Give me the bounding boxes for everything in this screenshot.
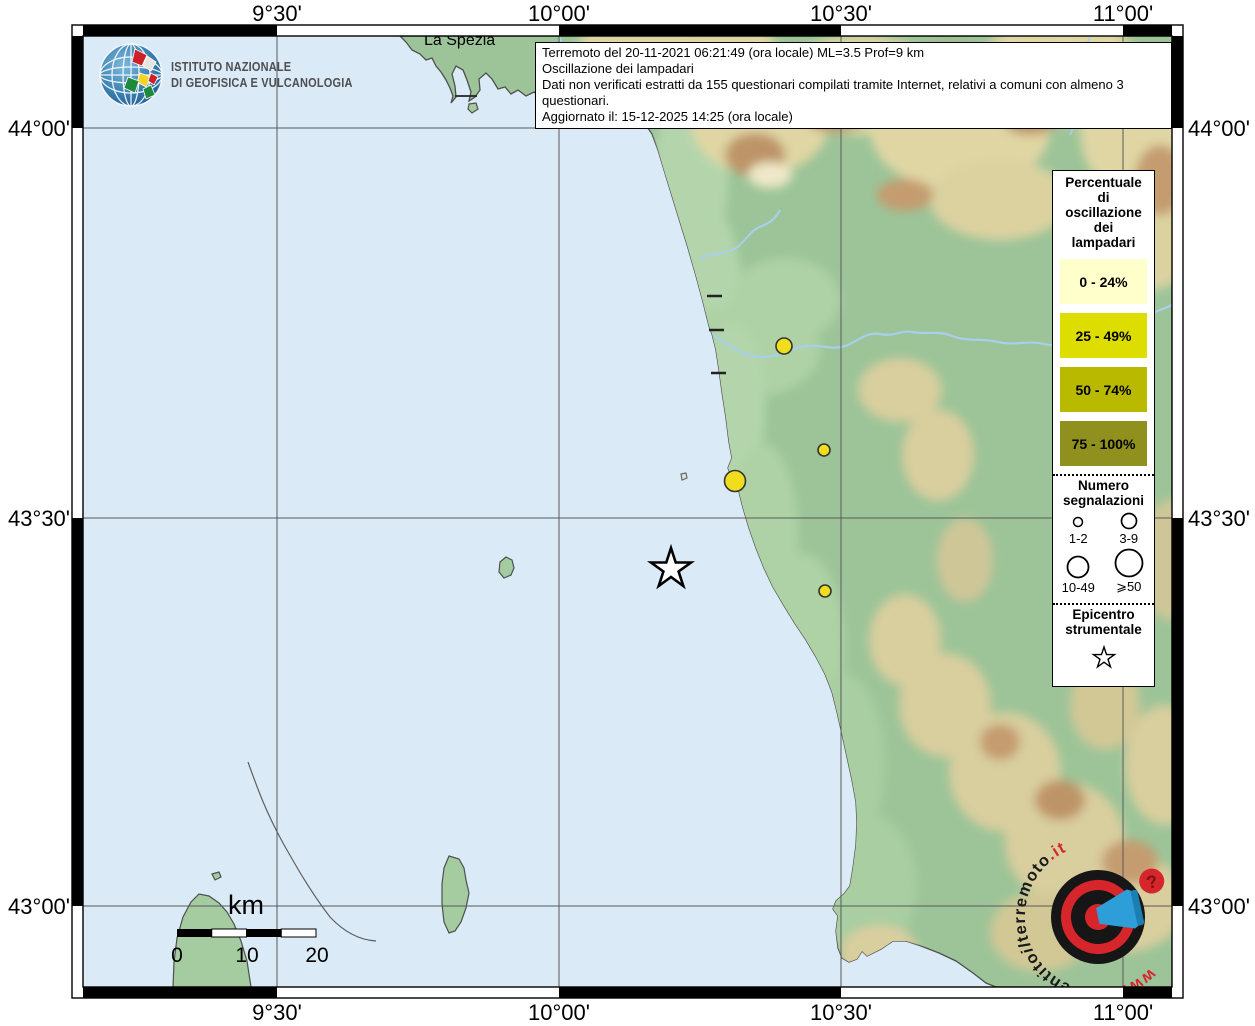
ingv-logo-line1: ISTITUTO NAZIONALE	[171, 60, 291, 74]
legend-swatch-0-24: 0 - 24%	[1060, 259, 1147, 304]
legend-percent-title: Percentuale di oscillazione dei lampadar…	[1053, 171, 1154, 250]
legend-epicenter-title: Epicentro strumentale	[1053, 605, 1154, 637]
count-label-50: ⩾50	[1116, 579, 1141, 595]
event-effect-line: Oscillazione dei lampadari	[542, 61, 1165, 77]
count-label-1-2: 1-2	[1069, 531, 1088, 546]
scale-tick-10: 10	[235, 944, 258, 967]
count-circle-3-9	[1114, 510, 1144, 530]
count-circle-1-2	[1063, 512, 1093, 530]
felt-report-circle	[776, 338, 792, 354]
legend-swatch-75-100: 75 - 100%	[1060, 421, 1147, 466]
legend-box: Percentuale di oscillazione dei lampadar…	[1052, 170, 1155, 687]
scale-tick-20: 20	[305, 944, 328, 967]
event-updated-line: Aggiornato il: 15-12-2025 14:25 (ora loc…	[542, 109, 1165, 125]
felt-report-circle	[819, 585, 831, 597]
felt-report-circle	[818, 444, 830, 456]
event-title-line: Terremoto del 20-11-2021 06:21:49 (ora l…	[542, 45, 1165, 61]
felt-report-circle	[725, 471, 746, 492]
epicenter-star-icon	[1089, 645, 1119, 671]
legend-swatch-50-74: 50 - 74%	[1060, 367, 1147, 412]
islet-meloria	[681, 473, 687, 480]
hsit-map-page: { "map": { "title_box": { "lines": [ "Te…	[0, 0, 1255, 1024]
ingv-logo-globe	[100, 44, 162, 106]
scale-tick-0: 0	[171, 944, 183, 967]
place-label-la-spezia: La Spezia	[424, 32, 495, 49]
count-label-10-49: 10-49	[1062, 580, 1095, 595]
event-disclaimer-line: Dati non verificati estratti da 155 ques…	[542, 77, 1165, 109]
legend-count-symbols: 1-2 3-9 10-49 ⩾50	[1053, 510, 1154, 595]
legend-count-title: Numero segnalazioni	[1053, 476, 1154, 508]
legend-swatch-25-49: 25 - 49%	[1060, 313, 1147, 358]
scale-unit: km	[228, 890, 264, 920]
event-info-box: Terremoto del 20-11-2021 06:21:49 (ora l…	[535, 42, 1172, 129]
ingv-logo-line2: DI GEOFISICA E VULCANOLOGIA	[171, 76, 353, 90]
count-circle-10-49	[1062, 553, 1094, 579]
count-circle-50	[1112, 546, 1146, 578]
count-label-3-9: 3-9	[1119, 531, 1138, 546]
